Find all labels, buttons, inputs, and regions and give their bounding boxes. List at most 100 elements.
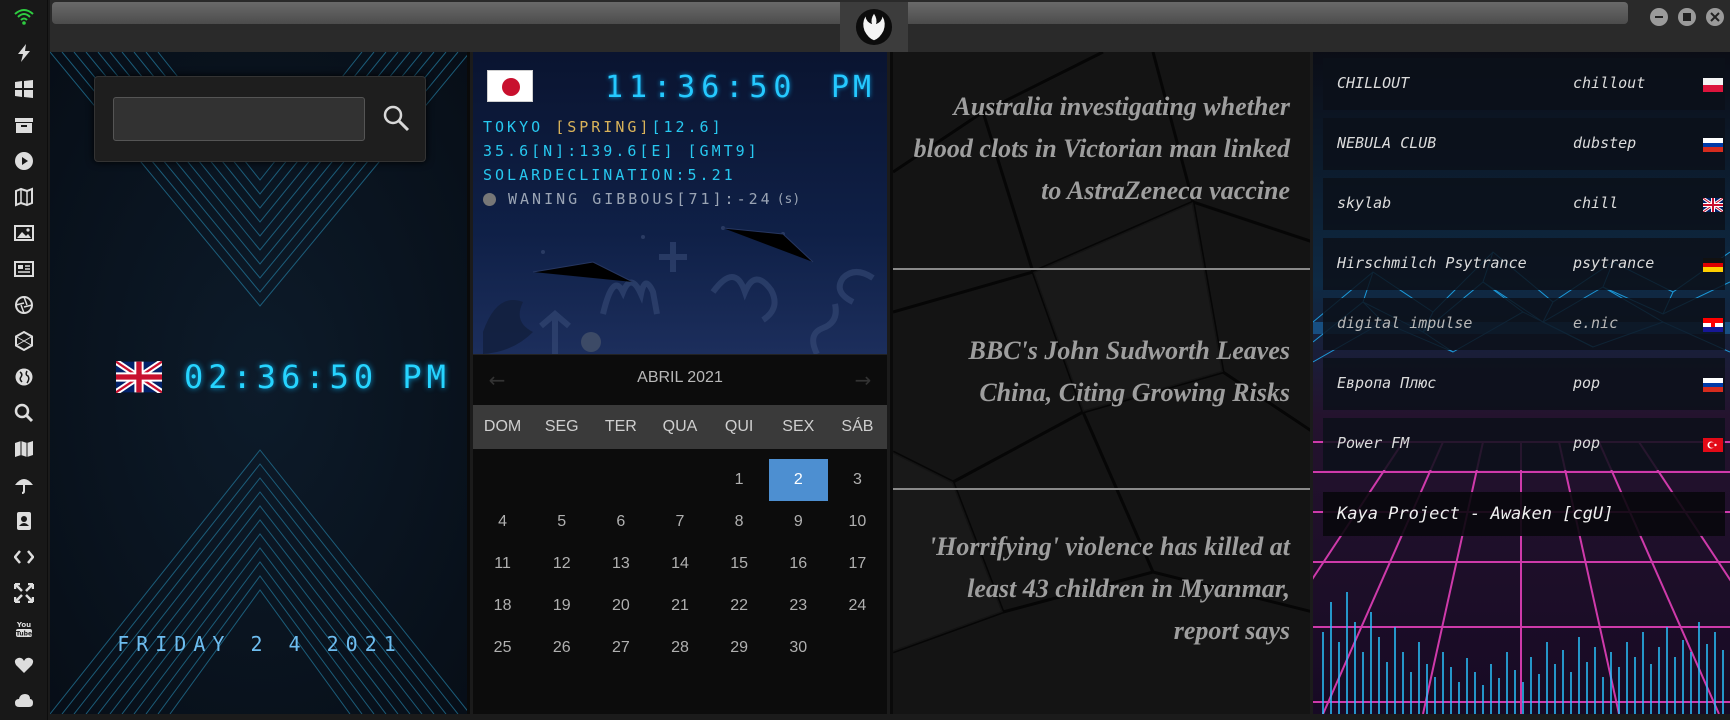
calendar-empty-cell [650,459,709,501]
rebel-logo-icon[interactable] [840,2,908,52]
hexagon-icon[interactable] [11,328,37,354]
japan-flag-icon [487,70,533,102]
calendar-day[interactable]: 22 [710,585,769,627]
radio-station[interactable]: Hirschmilch Psytrance psytrance [1323,238,1725,290]
archive-icon[interactable] [11,112,37,138]
contacts-icon[interactable] [11,508,37,534]
radio-station[interactable]: Power FM pop [1323,418,1725,470]
station-genre: psytrance [1573,254,1655,272]
calendar-day[interactable]: 17 [828,543,887,585]
calendar-day[interactable]: 5 [532,501,591,543]
calendar-day[interactable]: 26 [532,627,591,669]
tokyo-ampm: PM [831,70,876,105]
news-headline[interactable]: 'Horrifying' violence has killed at leas… [910,526,1290,652]
svg-text:Tube: Tube [16,631,32,638]
map-book-icon[interactable] [11,184,37,210]
minimize-button[interactable] [1650,8,1668,26]
close-button[interactable] [1706,8,1724,26]
calendar-day[interactable]: 7 [650,501,709,543]
radio-station[interactable]: NEBULA CLUB dubstep [1323,118,1725,170]
station-name: Power FM [1337,434,1410,452]
turkey-flag-icon [1703,438,1723,452]
calendar-day[interactable]: 19 [532,585,591,627]
expand-icon[interactable] [11,580,37,606]
search-icon[interactable] [11,400,37,426]
search-input[interactable] [113,97,365,141]
calendar-day[interactable]: 12 [532,543,591,585]
now-playing: Kaya Project - Awaken [cgU] [1323,492,1725,536]
station-name: Европа Плюс [1337,374,1437,392]
bolt-icon[interactable] [11,40,37,66]
weekday-label: TER [604,418,637,435]
windows-icon[interactable] [11,76,37,102]
calendar-day[interactable]: 20 [591,585,650,627]
station-genre: chill [1573,194,1619,212]
globe-icon[interactable] [11,364,37,390]
calendar-weekdays: DOM SEG TER QUA QUI SEX SÁB [473,405,887,449]
svg-text:You: You [16,621,31,629]
calendar-day[interactable]: 27 [591,627,650,669]
calendar-day[interactable]: 18 [473,585,532,627]
tokyo-calendar-panel: 11:36:50 PM TOKYO [SPRING][12.6] 35.6[N]… [473,52,887,714]
moon-phase: WANING GIBBOUS[71]:-24 (s) [483,190,800,208]
calendar-day[interactable]: 28 [650,627,709,669]
search-button[interactable] [379,101,413,135]
calendar-day[interactable]: 21 [650,585,709,627]
russia-flag-icon [1703,378,1723,392]
youtube-icon[interactable]: You Tube [11,616,37,642]
calendar-day[interactable]: 29 [710,627,769,669]
weekday-label: SÁB [841,418,874,435]
calendar-day[interactable]: 2 [768,459,828,501]
heart-icon[interactable] [11,652,37,678]
station-name: NEBULA CLUB [1337,134,1437,152]
tokyo-city-line: TOKYO [SPRING][12.6] [483,118,724,136]
play-icon[interactable] [11,148,37,174]
umbrella-icon[interactable] [11,472,37,498]
calendar-day[interactable]: 23 [769,585,828,627]
calendar-day[interactable]: 6 [591,501,650,543]
news-headline[interactable]: BBC's John Sudworth Leaves China, Citing… [910,330,1290,414]
calendar-day[interactable]: 16 [769,543,828,585]
tokyo-time: 11:36:50 [605,70,798,105]
radio-station[interactable]: digital impulse e.nic [1323,298,1725,350]
now-playing-title: Kaya Project - Awaken [cgU] [1337,504,1614,524]
calendar-day[interactable]: 10 [828,501,887,543]
aperture-icon[interactable] [11,292,37,318]
search-box [94,76,426,162]
maximize-button[interactable] [1678,8,1696,26]
map-icon[interactable] [11,436,37,462]
calendar-day[interactable]: 9 [769,501,828,543]
calendar-day[interactable]: 13 [591,543,650,585]
wifi-icon[interactable] [11,4,37,30]
radio-station[interactable]: CHILLOUT chillout [1323,58,1725,110]
calendar-day[interactable]: 24 [828,585,887,627]
poland-flag-icon [1703,78,1723,92]
news-icon[interactable] [11,256,37,282]
calendar-day[interactable]: 4 [473,501,532,543]
weekday-label: QUA [662,418,698,435]
calendar-day[interactable]: 8 [710,501,769,543]
radio-station[interactable]: Европа Плюс pop [1323,358,1725,410]
tokyo-coords: 35.6[N]:139.6[E] [GMT9] [483,142,760,160]
cloud-icon[interactable] [11,688,37,714]
uk-flag-icon [116,361,162,393]
image-icon[interactable] [11,220,37,246]
calendar-day[interactable]: 1 [710,459,769,501]
calendar-day[interactable]: 15 [710,543,769,585]
radio-station[interactable]: skylab chill [1323,178,1725,230]
russia-flag-icon [1703,138,1723,152]
weekday-label: DOM [483,418,522,435]
calendar-day[interactable]: 11 [473,543,532,585]
calendar-day[interactable]: 14 [650,543,709,585]
code-icon[interactable] [11,544,37,570]
calendar-next-button[interactable]: → [851,368,875,392]
news-headline[interactable]: Australia investigating whether blood cl… [910,86,1290,212]
croatia-flag-icon [1703,318,1723,332]
calendar-day[interactable]: 3 [828,459,887,501]
calendar-empty-cell [828,627,887,669]
calendar-day[interactable]: 30 [769,627,828,669]
uk-flag-icon [1703,198,1723,212]
moon-icon [483,192,496,206]
calendar-day[interactable]: 25 [473,627,532,669]
station-genre: pop [1573,434,1601,452]
